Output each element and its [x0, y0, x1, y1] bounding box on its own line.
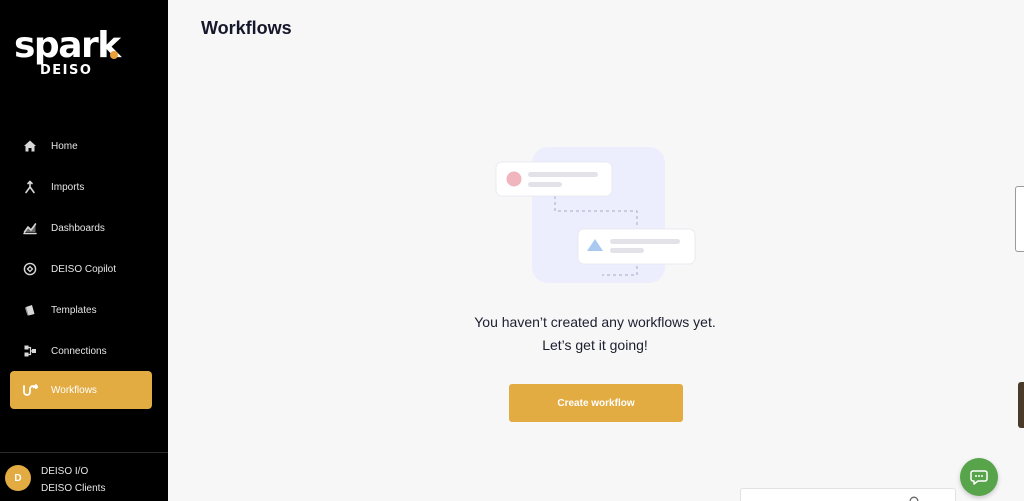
sidebar-item-label: DEISO Copilot: [51, 263, 117, 275]
account-switcher[interactable]: D DEISO I/O DEISO Clients: [5, 465, 165, 497]
empty-state-illustration: [490, 144, 700, 284]
workflows-icon: [22, 382, 38, 398]
side-panel-handle[interactable]: [1015, 186, 1024, 252]
dashboards-icon: [22, 220, 38, 236]
sidebar-item-label: Dashboards: [51, 222, 105, 234]
page-title: Workflows: [201, 18, 292, 38]
copilot-icon: [22, 261, 38, 277]
sidebar: spark DEISO Home Imports Dashboards DEIS…: [0, 0, 168, 501]
sidebar-item-label: Workflows: [51, 384, 97, 396]
imports-icon: [22, 179, 38, 195]
connections-icon: [22, 343, 38, 359]
logo-subtext: DEISO: [40, 63, 93, 78]
account-org-name: DEISO I/O: [41, 466, 89, 477]
sidebar-item-deiso-copilot[interactable]: DEISO Copilot: [10, 250, 152, 288]
sidebar-item-label: Templates: [51, 304, 97, 316]
sidebar-item-home[interactable]: Home: [10, 127, 152, 165]
create-workflow-button[interactable]: Create workflow: [509, 384, 683, 422]
avatar: D: [5, 465, 31, 491]
sidebar-item-label: Imports: [51, 181, 85, 193]
sidebar-item-workflows[interactable]: Workflows: [10, 371, 152, 409]
sidebar-item-label: Home: [51, 140, 78, 152]
account-workspace-name: DEISO Clients: [41, 483, 106, 494]
templates-icon: [22, 302, 38, 318]
sidebar-item-templates[interactable]: Templates: [10, 291, 152, 329]
sidebar-item-connections[interactable]: Connections: [10, 332, 152, 370]
empty-state-message: You haven’t created any workflows yet.: [474, 314, 716, 330]
sidebar-item-imports[interactable]: Imports: [10, 168, 152, 206]
logo-dot: [110, 51, 118, 59]
search-icon: [909, 495, 921, 501]
spark-deiso-logo[interactable]: spark DEISO: [14, 25, 124, 79]
chat-bubble-icon: [970, 469, 988, 485]
home-icon: [22, 138, 38, 154]
logo-wordmark: spark: [14, 25, 121, 66]
sidebar-divider: [0, 452, 168, 453]
side-tab-handle[interactable]: [1018, 382, 1024, 428]
search-widget[interactable]: [740, 488, 956, 501]
chat-button[interactable]: [960, 458, 998, 496]
sidebar-item-dashboards[interactable]: Dashboards: [10, 209, 152, 247]
empty-state-submessage: Let’s get it going!: [542, 337, 648, 353]
sidebar-item-label: Connections: [51, 345, 107, 357]
